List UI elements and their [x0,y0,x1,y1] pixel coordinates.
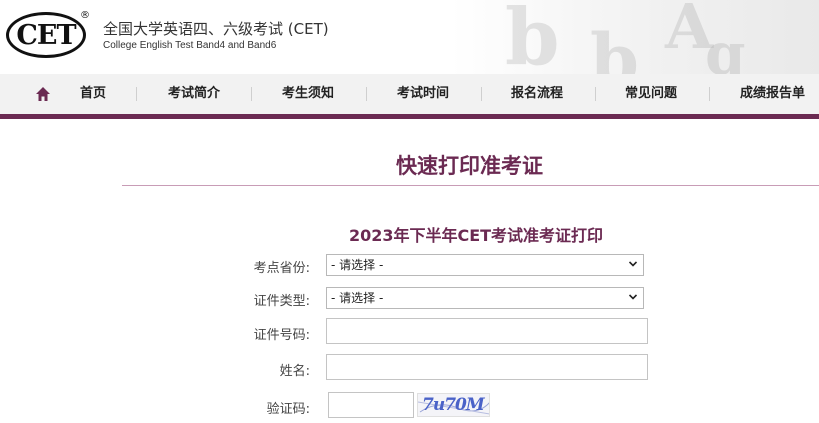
captcha-text: 7u70M [422,395,485,415]
nav-item-score-report[interactable]: 成绩报告单 [740,74,805,114]
nav-separator [251,87,252,101]
decorative-letter: b [505,0,560,74]
form-title: 2023年下半年CET考试准考证打印 [348,226,604,245]
province-label: 考点省份: [253,261,310,276]
id-number-input[interactable] [326,318,648,344]
title-divider [122,185,819,186]
province-select-value: - 请选择 - [331,258,384,272]
captcha-image[interactable]: 7u70M [417,393,490,417]
nav-separator [709,87,710,101]
main-nav: 首页 考试简介 考生须知 考试时间 报名流程 常见问题 成绩报告单 [0,74,819,119]
nav-item-candidate-notice[interactable]: 考生须知 [282,74,334,114]
site-title-en: College English Test Band4 and Band6 [103,40,277,51]
decorative-letter: g [705,20,746,74]
chevron-down-icon [629,294,637,300]
nav-item-home[interactable]: 首页 [80,74,106,114]
logo-text: CET [16,19,76,51]
id-type-label: 证件类型: [253,294,310,309]
decorative-letter: b [590,18,639,74]
nav-item-faq[interactable]: 常见问题 [625,74,677,114]
nav-separator [595,87,596,101]
site-header: b b A g CET ® 全国大学英语四、六级考试 (CET) College… [0,0,819,74]
captcha-input[interactable] [328,392,414,418]
nav-item-exam-intro[interactable]: 考试简介 [168,74,220,114]
nav-separator [481,87,482,101]
registered-mark: ® [80,10,90,21]
id-type-select[interactable]: - 请选择 - [326,287,644,309]
province-select[interactable]: - 请选择 - [326,254,644,276]
nav-separator [136,87,137,101]
name-label: 姓名: [279,364,310,379]
page-title: 快速打印准考证 [396,154,543,178]
chevron-down-icon [629,261,637,267]
captcha-label: 验证码: [266,402,310,417]
name-input[interactable] [326,354,648,380]
nav-separator [366,87,367,101]
site-title-cn: 全国大学英语四、六级考试 (CET) [103,20,329,38]
nav-item-registration-process[interactable]: 报名流程 [511,74,563,114]
nav-item-exam-time[interactable]: 考试时间 [397,74,449,114]
id-type-select-value: - 请选择 - [331,291,384,305]
id-number-label: 证件号码: [253,328,310,343]
home-icon[interactable] [35,86,51,102]
cet-logo[interactable]: CET [6,12,86,58]
